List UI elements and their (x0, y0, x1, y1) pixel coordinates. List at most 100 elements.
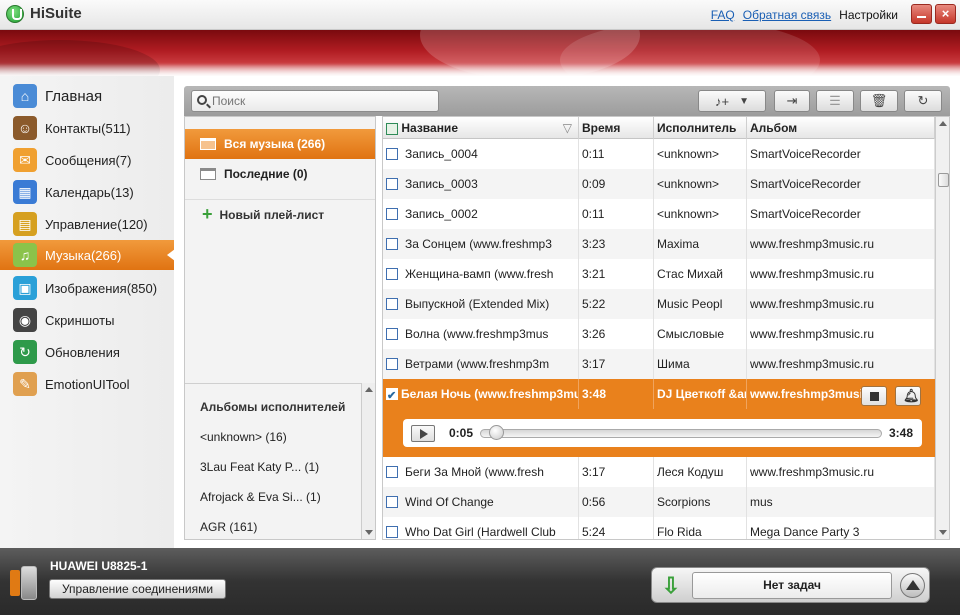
manage-connections-button[interactable]: Управление соединениями (49, 579, 226, 599)
sidebar-item-messages[interactable]: ✉ Сообщения(7) (0, 145, 174, 175)
refresh-icon: ↻ (917, 93, 929, 108)
row-checkbox[interactable] (386, 328, 398, 340)
title-bar: HiSuite FAQ Обратная связь Настройки × (0, 0, 960, 30)
table-scrollbar[interactable] (935, 117, 949, 539)
column-album[interactable]: Альбом (747, 117, 935, 139)
table-row[interactable]: Who Dat Girl (Hardwell Club 5:24 Flo Rid… (383, 517, 935, 539)
track-title: Беги За Мной (www.fresh (405, 465, 544, 479)
expand-tasks-button[interactable] (900, 573, 925, 598)
sidebar-item-music[interactable]: ♫ Музыка(266) (0, 240, 175, 270)
messages-icon: ✉ (13, 148, 37, 172)
export-button[interactable]: ⇥ (774, 90, 810, 112)
table-row[interactable]: Ветрами (www.freshmp3m 3:17 Шима www.fre… (383, 349, 935, 379)
ringtone-button[interactable]: 🔔︎ (895, 386, 921, 406)
refresh-button[interactable]: ↻ (904, 90, 942, 112)
table-row[interactable]: Женщина-вамп (www.fresh 3:21 Стас Михай … (383, 259, 935, 289)
close-button[interactable]: × (935, 4, 956, 24)
album-item[interactable]: Afrojack & Eva Si... (1) (200, 490, 321, 504)
row-checkbox[interactable] (386, 208, 398, 220)
column-artist[interactable]: Исполнитель (654, 117, 747, 139)
playlist-label: Последние (0) (224, 167, 308, 181)
sidebar-item-label: Музыка(266) (45, 247, 122, 263)
track-time: 3:26 (579, 319, 654, 349)
delete-button[interactable]: 🗑 (860, 90, 898, 112)
table-row[interactable]: За Сонцем (www.freshmp3 3:23 Maxima www.… (383, 229, 935, 259)
album-item[interactable]: <unknown> (16) (200, 430, 287, 444)
contacts-icon: ☺ (13, 116, 37, 140)
album-item[interactable]: 3Lau Feat Katy P... (1) (200, 460, 319, 474)
track-time: 0:11 (579, 199, 654, 229)
device-name: HUAWEI U8825-1 (50, 559, 148, 573)
table-row[interactable]: Запись_0003 0:09 <unknown> SmartVoiceRec… (383, 169, 935, 199)
progress-track[interactable] (480, 429, 882, 438)
add-music-button[interactable]: ♪+ ▼ (698, 90, 766, 112)
sidebar-item-images[interactable]: ▣ Изображения(850) (0, 273, 174, 303)
now-playing-row[interactable]: ✔ Белая Ночь (www.freshmp3mu 3:48 DJ Цве… (383, 379, 935, 457)
add-music-icon: ♪+ (715, 93, 730, 109)
progress-thumb[interactable] (488, 425, 504, 440)
sidebar-item-apps[interactable]: ▤ Управление(120) (0, 209, 174, 239)
sidebar-item-screenshots[interactable]: ◉ Скриншоты (0, 305, 174, 335)
row-checkbox[interactable] (386, 358, 398, 370)
sidebar-item-label: Сообщения(7) (45, 152, 132, 168)
table-row[interactable]: Выпускной (Extended Mix) 5:22 Music Peop… (383, 289, 935, 319)
track-album: www.freshmp3music.ru (747, 457, 935, 487)
feedback-link[interactable]: Обратная связь (743, 8, 831, 22)
download-arrow-icon: ⇩ (661, 573, 681, 598)
album-item[interactable]: AGR (161) (200, 520, 257, 534)
search-input[interactable] (212, 93, 432, 109)
table-row[interactable]: Запись_0004 0:11 <unknown> SmartVoiceRec… (383, 139, 935, 169)
top-links: FAQ Обратная связь Настройки (711, 8, 898, 22)
column-time[interactable]: Время (579, 117, 654, 139)
artist-albums: Альбомы исполнителей <unknown> (16) 3Lau… (185, 383, 361, 539)
faq-link[interactable]: FAQ (711, 8, 735, 22)
row-checkbox[interactable] (386, 268, 398, 280)
row-checkbox[interactable] (386, 178, 398, 190)
track-album: SmartVoiceRecorder (747, 169, 935, 199)
sidebar-item-label: Календарь(13) (45, 184, 134, 200)
row-checkbox-checked[interactable]: ✔ (386, 388, 398, 402)
track-artist: <unknown> (654, 199, 747, 229)
stop-button[interactable] (861, 386, 887, 406)
sidebar-item-contacts[interactable]: ☺ Контакты(511) (0, 113, 174, 143)
table-header: Название ▽ Время Исполнитель Альбом (383, 117, 935, 139)
track-artist: Maxima (654, 229, 747, 259)
track-album: www.freshmp3music.ru (747, 289, 935, 319)
playlist-recent[interactable]: Последние (0) (185, 159, 375, 189)
sidebar-item-updates[interactable]: ↻ Обновления (0, 337, 174, 367)
remove-from-playlist-button[interactable]: ☰ (816, 90, 854, 112)
table-row[interactable]: Запись_0002 0:11 <unknown> SmartVoiceRec… (383, 199, 935, 229)
table-row[interactable]: Беги За Мной (www.fresh 3:17 Леся Кодуш … (383, 457, 935, 487)
minimize-button[interactable] (911, 4, 932, 24)
sidebar-item-home[interactable]: ⌂ Главная (0, 81, 174, 111)
search-box[interactable] (191, 90, 439, 112)
row-checkbox[interactable] (386, 148, 398, 160)
folder-icon (200, 138, 216, 150)
row-checkbox[interactable] (386, 238, 398, 250)
scroll-thumb[interactable] (938, 173, 949, 187)
row-checkbox[interactable] (386, 526, 398, 538)
new-playlist-button[interactable]: + Новый плей-лист (185, 199, 375, 229)
task-status[interactable]: Нет задач (692, 572, 892, 599)
bell-icon: 🔔︎ (903, 388, 920, 403)
sidebar-item-label: Главная (45, 87, 103, 105)
settings-link[interactable]: Настройки (839, 8, 898, 22)
remove-icon: ☰ (829, 93, 841, 108)
app-title: HiSuite (30, 5, 82, 22)
track-time: 0:11 (579, 139, 654, 169)
play-button[interactable] (411, 425, 435, 442)
sidebar-item-emotionuitool[interactable]: ✎ EmotionUITool (0, 369, 174, 399)
row-checkbox[interactable] (386, 466, 398, 478)
playlist-all-music[interactable]: Вся музыка (266) (185, 129, 375, 159)
track-time: 3:17 (579, 349, 654, 379)
status-bar: HUAWEI U8825-1 Управление соединениями ⇩… (0, 548, 960, 615)
table-row[interactable]: Волна (www.freshmp3mus 3:26 Смысловые ww… (383, 319, 935, 349)
albums-scrollbar[interactable] (361, 383, 375, 539)
sidebar-item-calendar[interactable]: ▦ Календарь(13) (0, 177, 174, 207)
table-row[interactable]: Wind Of Change 0:56 Scorpions mus (383, 487, 935, 517)
column-title[interactable]: Название ▽ (383, 117, 579, 139)
track-artist: Стас Михай (654, 259, 747, 289)
row-checkbox[interactable] (386, 298, 398, 310)
select-all-checkbox[interactable] (386, 122, 398, 135)
row-checkbox[interactable] (386, 496, 398, 508)
